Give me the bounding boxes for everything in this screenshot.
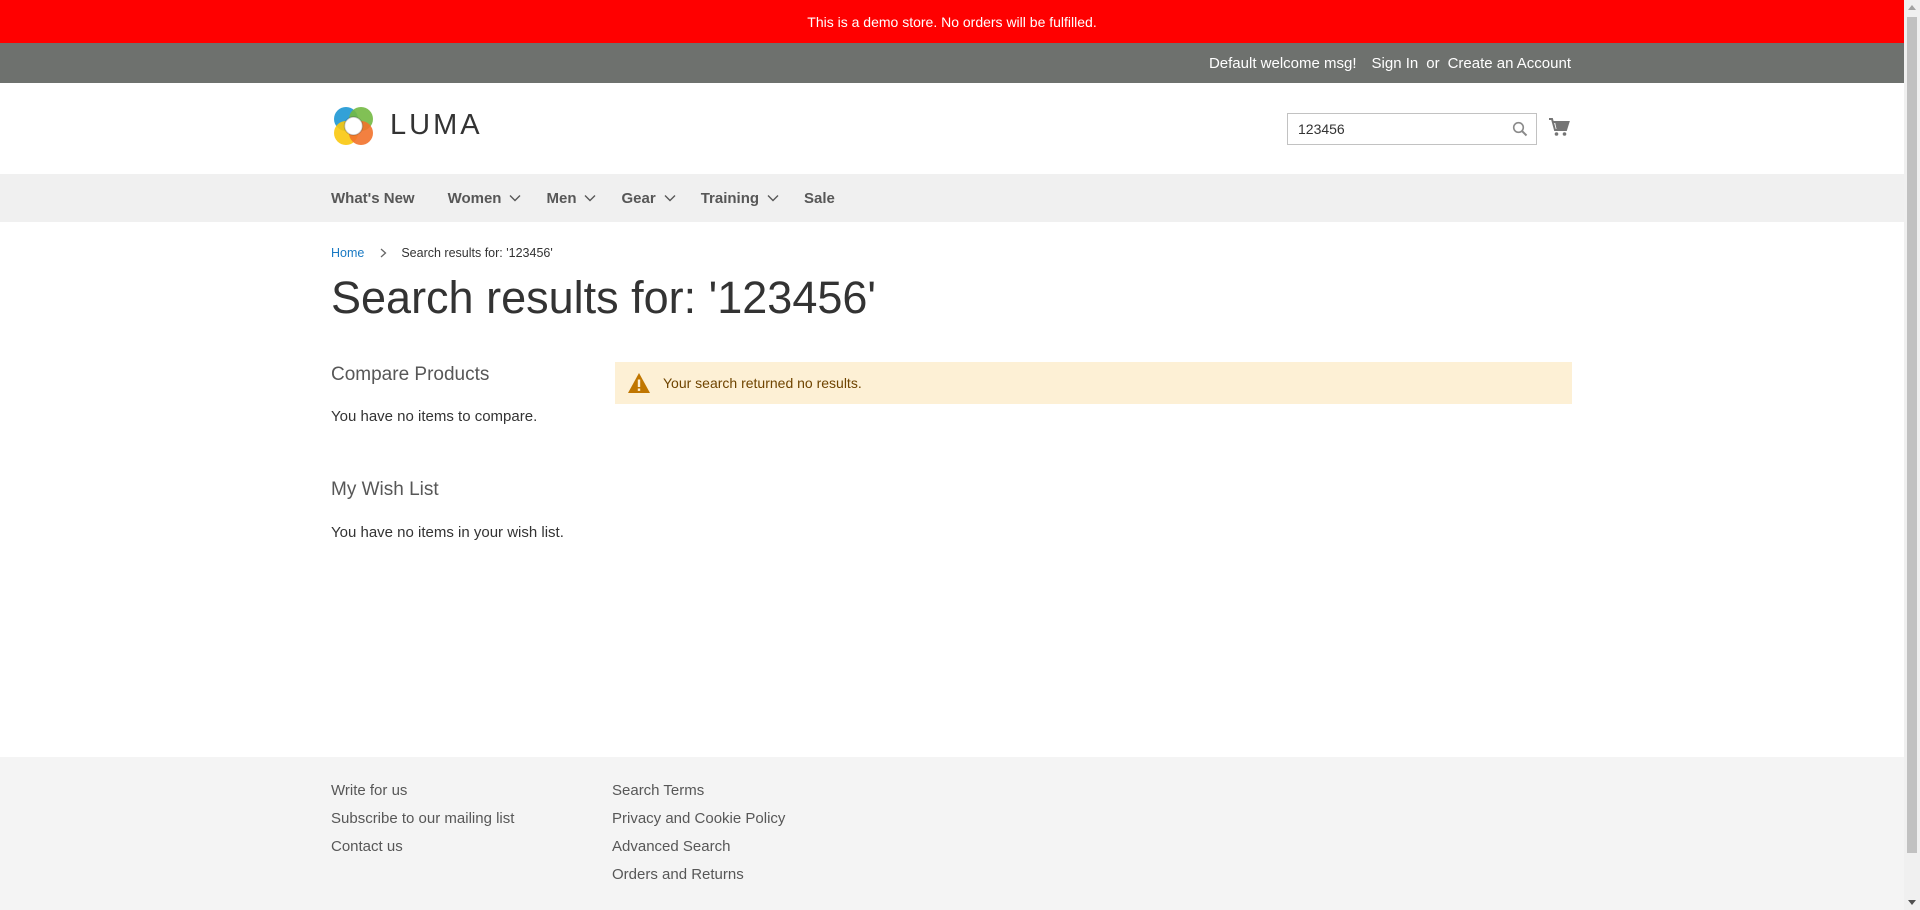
- footer-links-col-1: Write for us Subscribe to our mailing li…: [331, 777, 514, 861]
- chevron-down-icon: [509, 195, 521, 202]
- chevron-down-icon: [767, 195, 779, 202]
- logo-text: LUMA: [390, 109, 483, 141]
- nav-item-label: What's New: [331, 189, 415, 207]
- top-bar: Default welcome msg! Sign In or Create a…: [0, 43, 1904, 83]
- main-navigation: What's New Women Men Gear Training Sale: [0, 174, 1904, 222]
- page-title: Search results for: '123456': [331, 272, 876, 323]
- wishlist-empty-text: You have no items in your wish list.: [331, 524, 564, 541]
- cart-icon[interactable]: [1548, 117, 1570, 137]
- compare-products-title: Compare Products: [331, 364, 490, 385]
- nav-item-label: Women: [447, 189, 502, 207]
- nav-item-sale[interactable]: Sale: [804, 190, 835, 207]
- footer-link-search-terms[interactable]: Search Terms: [612, 777, 785, 805]
- nav-item-label: Sale: [804, 189, 835, 207]
- scrollbar-thumb[interactable]: [1907, 17, 1917, 853]
- sign-in-link[interactable]: Sign In: [1372, 55, 1419, 72]
- footer-links-col-2: Search Terms Privacy and Cookie Policy A…: [612, 777, 785, 889]
- footer-link-contact-us[interactable]: Contact us: [331, 833, 514, 861]
- search-icon[interactable]: [1512, 121, 1528, 137]
- footer-link-advanced-search[interactable]: Advanced Search: [612, 833, 785, 861]
- breadcrumb-current: Search results for: '123456': [401, 246, 553, 260]
- search-box: [1287, 113, 1537, 145]
- luma-logo-icon: [334, 107, 373, 145]
- nav-item-label: Men: [546, 189, 577, 207]
- nav-item-label: Gear: [621, 189, 656, 207]
- demo-notice: This is a demo store. No orders will be …: [0, 0, 1904, 43]
- scroll-down-arrow-icon[interactable]: [1908, 900, 1916, 905]
- breadcrumb-home-link[interactable]: Home: [331, 246, 364, 260]
- search-input[interactable]: [1288, 114, 1498, 144]
- footer-link-orders-returns[interactable]: Orders and Returns: [612, 861, 785, 889]
- top-links: Default welcome msg! Sign In or Create a…: [1209, 43, 1571, 83]
- welcome-message: Default welcome msg!: [1208, 54, 1357, 72]
- vertical-scrollbar[interactable]: [1904, 0, 1920, 910]
- nav-item-gear[interactable]: Gear: [621, 189, 676, 207]
- footer-link-subscribe[interactable]: Subscribe to our mailing list: [331, 805, 514, 833]
- nav-item-men[interactable]: Men: [546, 189, 596, 207]
- nav-item-whats-new[interactable]: What's New: [331, 190, 415, 207]
- logo[interactable]: LUMA: [331, 103, 483, 148]
- or-text: or: [1426, 54, 1440, 72]
- footer: Write for us Subscribe to our mailing li…: [0, 757, 1904, 910]
- no-results-text: Your search returned no results.: [663, 375, 862, 391]
- warning-icon: [628, 373, 650, 393]
- chevron-down-icon: [584, 195, 596, 202]
- footer-link-write-for-us[interactable]: Write for us: [331, 777, 514, 805]
- no-results-message: Your search returned no results.: [615, 362, 1572, 404]
- breadcrumb: Home Search results for: '123456': [331, 246, 553, 260]
- chevron-down-icon: [664, 195, 676, 202]
- scroll-up-arrow-icon[interactable]: [1908, 5, 1916, 10]
- nav-items: What's New Women Men Gear Training Sale: [331, 174, 868, 222]
- nav-item-training[interactable]: Training: [700, 189, 779, 207]
- footer-link-privacy-policy[interactable]: Privacy and Cookie Policy: [612, 805, 785, 833]
- wishlist-title: My Wish List: [331, 479, 439, 500]
- demo-notice-text: This is a demo store. No orders will be …: [807, 13, 1097, 30]
- compare-products-empty-text: You have no items to compare.: [331, 408, 538, 425]
- create-account-link[interactable]: Create an Account: [1448, 55, 1571, 72]
- header: LUMA: [0, 83, 1904, 174]
- nav-item-label: Training: [700, 189, 760, 207]
- chevron-right-icon: [380, 248, 387, 258]
- nav-item-women[interactable]: Women: [447, 189, 521, 207]
